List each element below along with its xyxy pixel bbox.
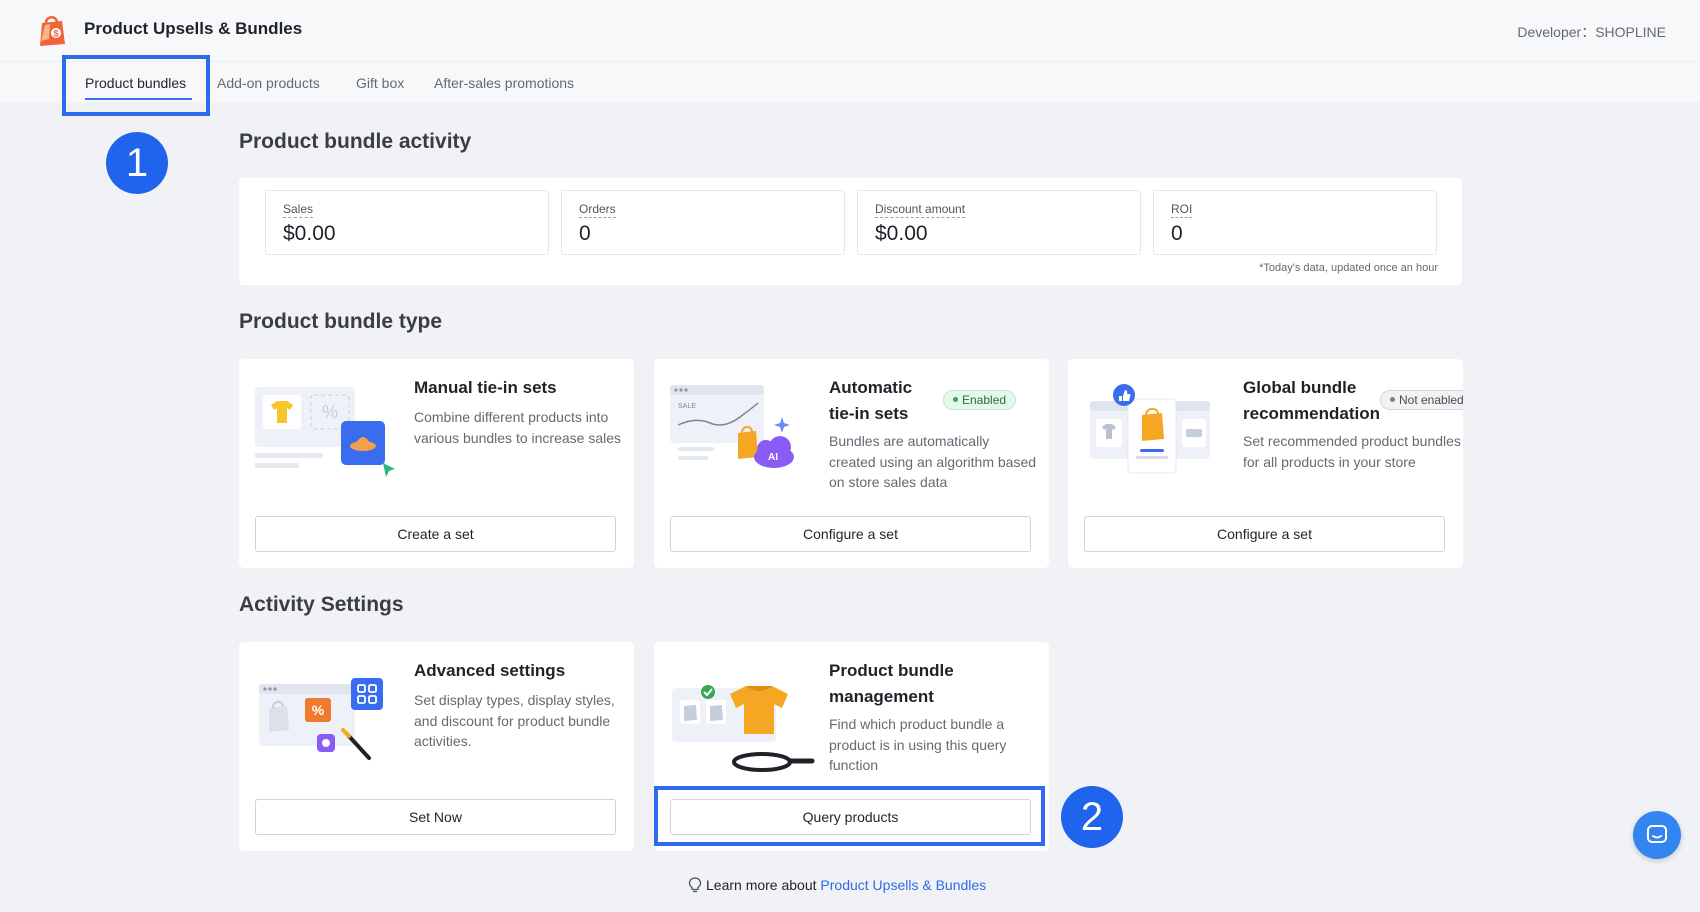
stats-update-note: *Today's data, updated once an hour: [1259, 262, 1438, 274]
lightbulb-icon: [688, 877, 702, 893]
stat-label-sales: Sales: [283, 202, 314, 218]
badge-label: Not enabled: [1399, 393, 1463, 407]
card-global-bundle-recommendation: Global bundle recommendation Not enabled…: [1068, 359, 1463, 568]
chat-icon: [1647, 825, 1667, 843]
stat-label-orders: Orders: [579, 202, 616, 218]
card-title: Advanced settings: [414, 661, 566, 680]
configure-set-button[interactable]: Configure a set: [1084, 516, 1445, 552]
activity-section-title: Product bundle activity: [239, 130, 472, 153]
bundle-type-section-title: Product bundle type: [239, 310, 443, 333]
highlight-box-query-products: [654, 786, 1045, 846]
card-description: Combine different products into various …: [414, 409, 622, 446]
stat-orders: Orders 0: [561, 190, 845, 255]
tab-bar: Product bundles Add-on products Gift box…: [0, 62, 1700, 102]
manual-bundle-illustration-icon: %: [255, 387, 395, 477]
card-description: Set recommended product bundles for all …: [1243, 433, 1461, 470]
card-title: Global bundle recommendation: [1243, 378, 1380, 423]
status-badge-not-enabled: Not enabled: [1380, 390, 1463, 410]
card-advanced-settings: % Advanced settings Set display types, d…: [239, 642, 634, 851]
stat-sales: Sales $0.00: [265, 190, 549, 255]
learn-more-prefix: Learn more about: [706, 877, 821, 893]
status-dot-icon: [1390, 397, 1395, 402]
card-description: Set display types, display styles, and d…: [414, 692, 615, 749]
app-title: Product Upsells & Bundles: [84, 19, 303, 38]
advanced-settings-illustration-icon: %: [259, 678, 383, 760]
tab-gift-box[interactable]: Gift box: [356, 75, 404, 91]
badge-label: Enabled: [962, 393, 1007, 407]
stats-panel: Sales $0.00 Orders 0 Discount amount $0.…: [239, 178, 1462, 285]
status-badge-enabled: Enabled: [943, 390, 1017, 410]
stat-label-discount-amount: Discount amount: [875, 202, 966, 218]
create-set-button[interactable]: Create a set: [255, 516, 616, 552]
configure-set-button[interactable]: Configure a set: [670, 516, 1031, 552]
developer-label: Developer：SHOPLINE: [1517, 24, 1666, 40]
svg-text:AI: AI: [768, 452, 778, 463]
card-description: Bundles are automatically created using …: [829, 433, 1037, 490]
ai-bundle-illustration-icon: SALE AI: [670, 385, 794, 468]
svg-text:%: %: [322, 402, 338, 422]
tab-after-sales-promotions[interactable]: After-sales promotions: [434, 75, 574, 91]
set-now-button[interactable]: Set Now: [255, 799, 616, 835]
status-dot-icon: [953, 397, 958, 402]
stat-value-discount-amount: $0.00: [875, 222, 928, 245]
card-automatic-tie-in-sets: SALE AI Automatic tie-in sets Enabled Bu…: [654, 359, 1049, 568]
tab-add-on-products[interactable]: Add-on products: [217, 75, 320, 91]
stat-value-orders: 0: [579, 222, 591, 245]
card-title: Product bundle management: [829, 661, 954, 706]
svg-text:SALE: SALE: [678, 403, 696, 410]
query-management-illustration-icon: [672, 685, 815, 772]
highlight-box-product-bundles-tab: [62, 55, 210, 116]
learn-more-link[interactable]: Product Upsells & Bundles: [820, 877, 986, 893]
step-badge-2: 2: [1061, 786, 1123, 848]
app-header: $ Product Upsells & Bundles Developer：SH…: [0, 0, 1700, 62]
stat-discount-amount: Discount amount $0.00: [857, 190, 1141, 255]
svg-text:%: %: [312, 702, 325, 718]
global-recommendation-illustration-icon: [1090, 384, 1210, 474]
stat-value-roi: 0: [1171, 222, 1183, 245]
stat-value-sales: $0.00: [283, 222, 336, 245]
shopping-bag-logo-icon: $: [40, 16, 65, 46]
card-description: Find which product bundle a product is i…: [829, 716, 1007, 773]
card-title: Automatic tie-in sets: [829, 378, 913, 423]
stat-label-roi: ROI: [1171, 202, 1193, 218]
learn-more-footer: Learn more about Product Upsells & Bundl…: [688, 877, 986, 893]
card-manual-tie-in-sets: % Manual tie-in sets Combine different p…: [239, 359, 634, 568]
chat-support-button[interactable]: [1633, 811, 1681, 859]
activity-settings-section-title: Activity Settings: [239, 593, 404, 616]
stat-roi: ROI 0: [1153, 190, 1437, 255]
step-badge-1: 1: [106, 132, 168, 194]
card-title: Manual tie-in sets: [414, 378, 557, 397]
svg-text:$: $: [53, 29, 58, 39]
